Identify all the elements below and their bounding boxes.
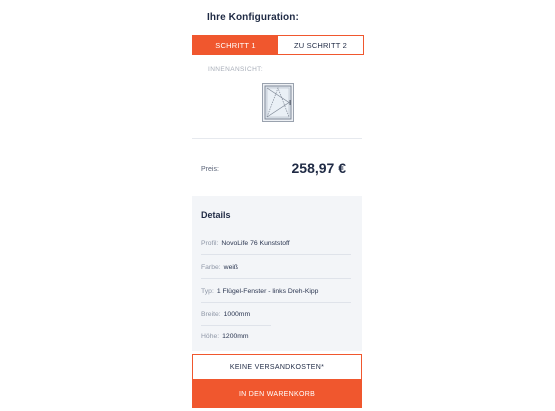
detail-row-height: Höhe: 1200mm xyxy=(201,325,271,347)
step-tabs: SCHRITT 1 ZU SCHRITT 2 xyxy=(192,35,364,55)
detail-row-width: Breite: 1000mm xyxy=(201,304,271,326)
detail-value: NovoLife 76 Kunststoff xyxy=(221,240,290,247)
detail-row-type: Typ: 1 Flügel-Fenster - links Dreh-Kipp xyxy=(201,281,351,303)
detail-key: Höhe: xyxy=(201,332,220,340)
price-label: Preis: xyxy=(201,166,219,173)
interior-view-label: INNENANSICHT: xyxy=(208,66,264,73)
detail-key: Typ: xyxy=(201,288,214,295)
detail-value: 1 Flügel-Fenster - links Dreh-Kipp xyxy=(216,288,319,295)
add-to-cart-button[interactable]: IN DEN WARENKORB xyxy=(192,380,362,408)
free-shipping-banner: KEINE VERSANDKOSTEN* xyxy=(192,354,362,380)
details-panel: Details Profil: NovoLife 76 Kunststoff F… xyxy=(192,196,362,351)
detail-row-color: Farbe: weiß xyxy=(201,257,351,279)
detail-value: weiß xyxy=(223,264,239,271)
configuration-title: Ihre Konfiguration: xyxy=(207,12,299,23)
tab-step-1[interactable]: SCHRITT 1 xyxy=(193,36,278,54)
detail-key: Farbe: xyxy=(201,264,221,271)
detail-key: Breite: xyxy=(201,311,221,318)
detail-value: 1000mm xyxy=(223,311,251,318)
tab-step-2[interactable]: ZU SCHRITT 2 xyxy=(278,36,363,54)
price-row: Preis: 258,97 € xyxy=(192,138,362,192)
detail-row-profile: Profil: NovoLife 76 Kunststoff xyxy=(201,233,351,255)
detail-value: 1200mm xyxy=(222,332,249,340)
detail-key: Profil: xyxy=(201,240,219,247)
details-title: Details xyxy=(201,210,231,220)
window-tilt-turn-icon xyxy=(262,83,294,122)
price-value: 258,97 € xyxy=(291,160,347,176)
